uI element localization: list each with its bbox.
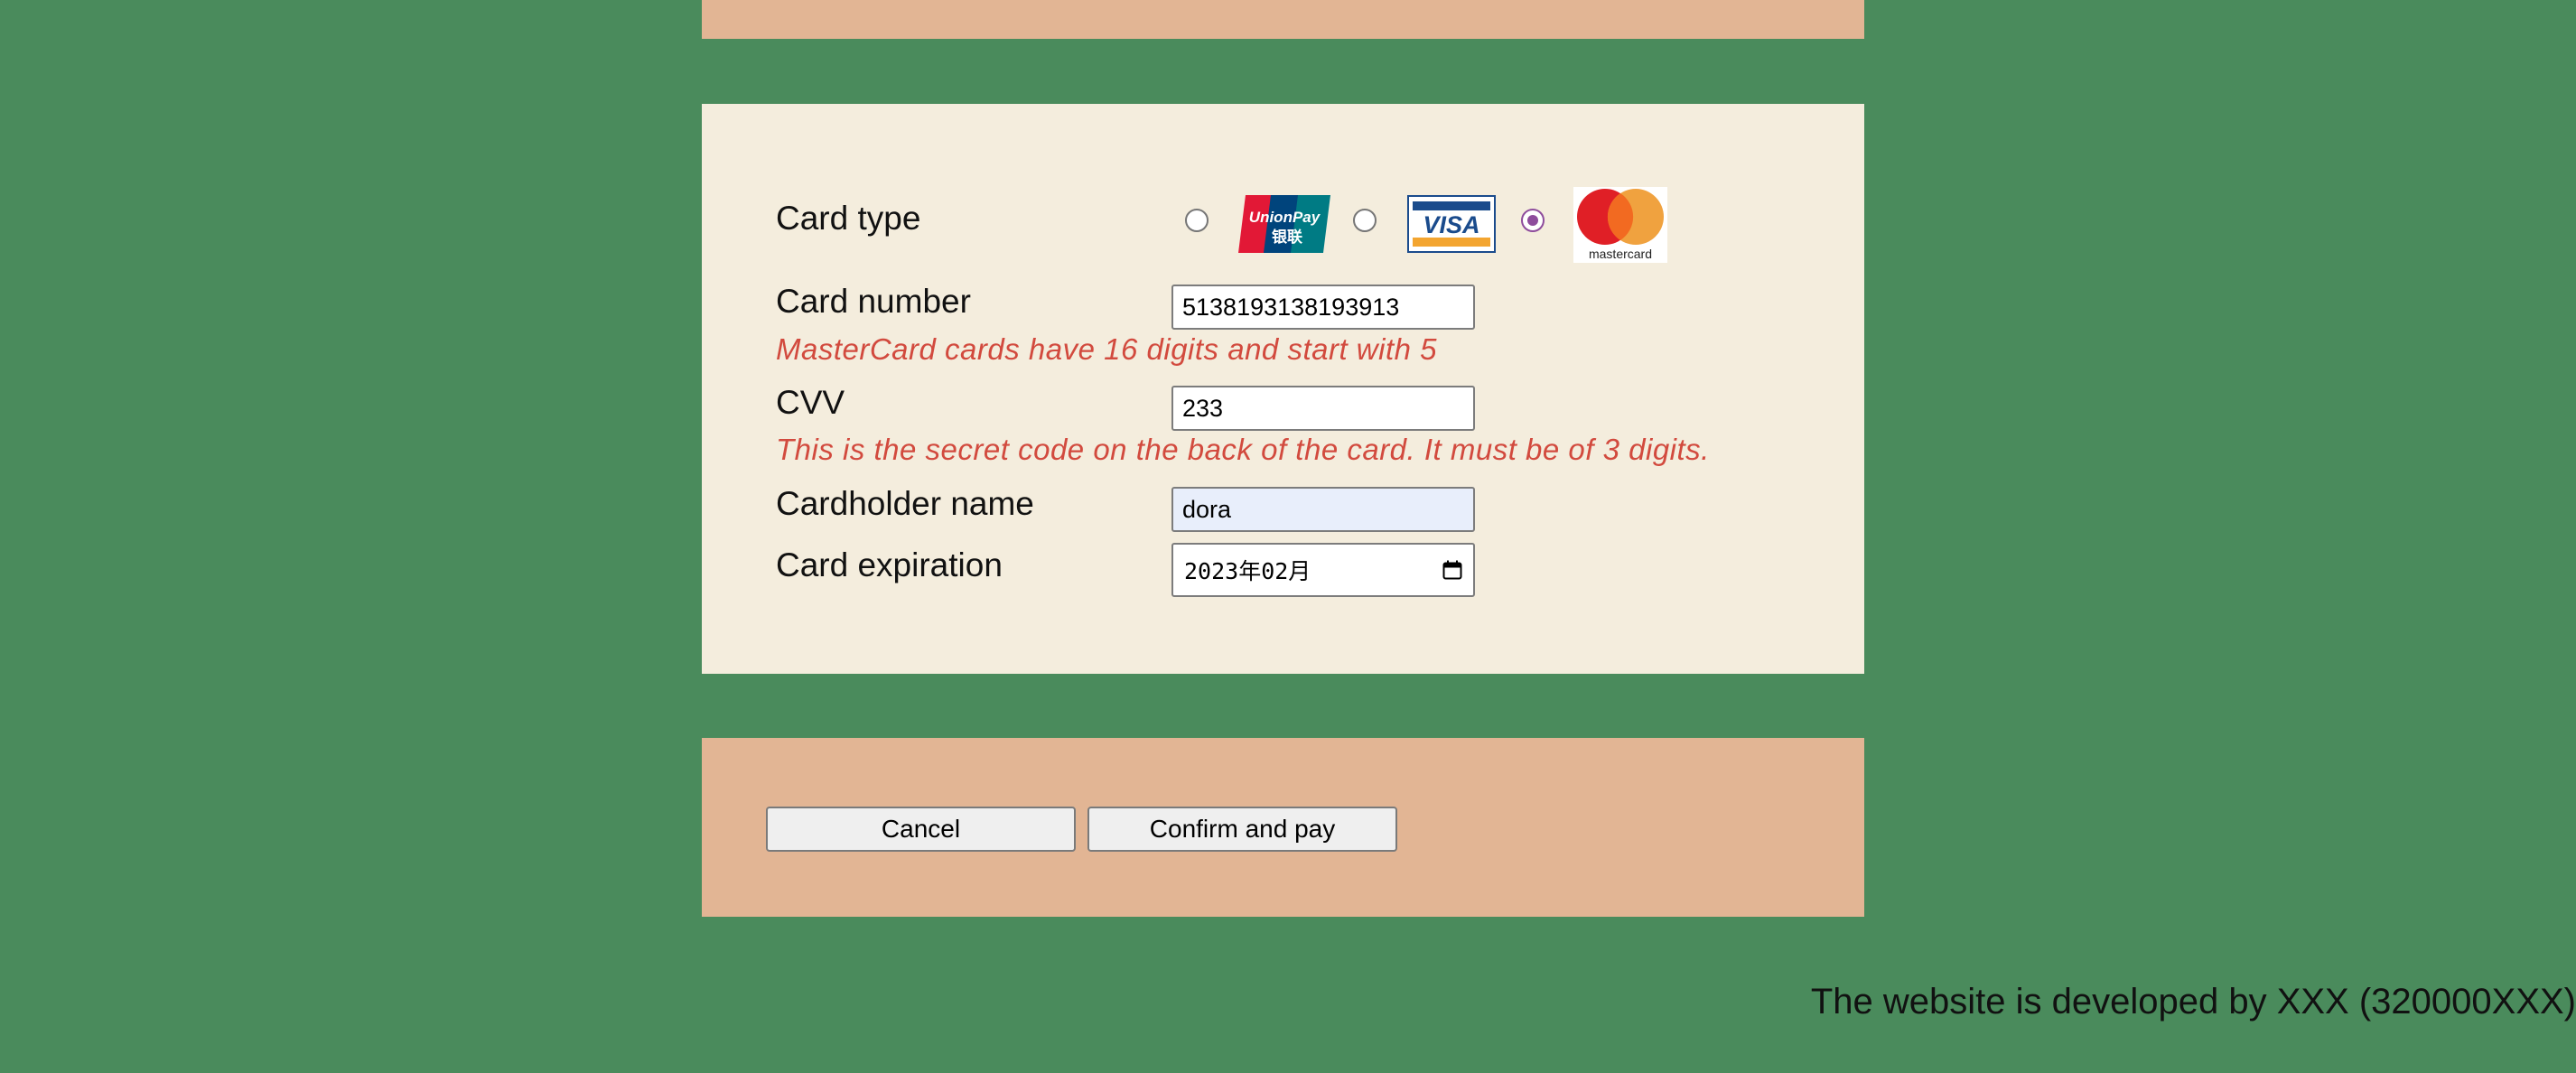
card-type-radio-mastercard[interactable] <box>1521 209 1545 232</box>
cardholder-name-input[interactable] <box>1171 487 1475 532</box>
top-panel <box>702 0 1864 39</box>
mastercard-logo[interactable]: mastercard <box>1573 187 1667 267</box>
unionpay-logo-subtext: 银联 <box>1272 228 1302 247</box>
card-expiration-label: Card expiration <box>776 546 1003 583</box>
calendar-icon[interactable] <box>1442 560 1462 580</box>
footer-credit: The website is developed by XXX (320000X… <box>1810 982 2576 1022</box>
visa-logo-text: VISA <box>1423 211 1479 238</box>
confirm-and-pay-button[interactable]: Confirm and pay <box>1087 807 1397 852</box>
unionpay-logo-text: UnionPay <box>1249 209 1321 226</box>
card-expiration-value: 2023年02月 <box>1184 558 1311 584</box>
card-type-label: Card type <box>776 200 921 237</box>
mastercard-logo-text: mastercard <box>1589 247 1652 261</box>
card-type-radio-visa[interactable] <box>1353 209 1377 232</box>
payment-form-panel: Card type UnionPay 银联 VISA mastercard Ca <box>702 104 1864 674</box>
cardholder-label: Cardholder name <box>776 485 1034 522</box>
visa-logo[interactable]: VISA <box>1407 195 1496 257</box>
card-number-hint: MasterCard cards have 16 digits and star… <box>776 332 1438 366</box>
cvv-label: CVV <box>776 384 845 421</box>
cvv-hint: This is the secret code on the back of t… <box>776 433 1710 466</box>
card-expiration-input[interactable]: 2023年02月 <box>1171 543 1475 597</box>
card-type-radio-unionpay[interactable] <box>1185 209 1209 232</box>
cvv-input[interactable] <box>1171 386 1475 431</box>
cancel-button[interactable]: Cancel <box>766 807 1076 852</box>
unionpay-logo[interactable]: UnionPay 银联 <box>1238 195 1330 257</box>
card-number-input[interactable] <box>1171 285 1475 330</box>
action-panel: Cancel Confirm and pay <box>702 738 1864 917</box>
card-number-label: Card number <box>776 283 971 320</box>
